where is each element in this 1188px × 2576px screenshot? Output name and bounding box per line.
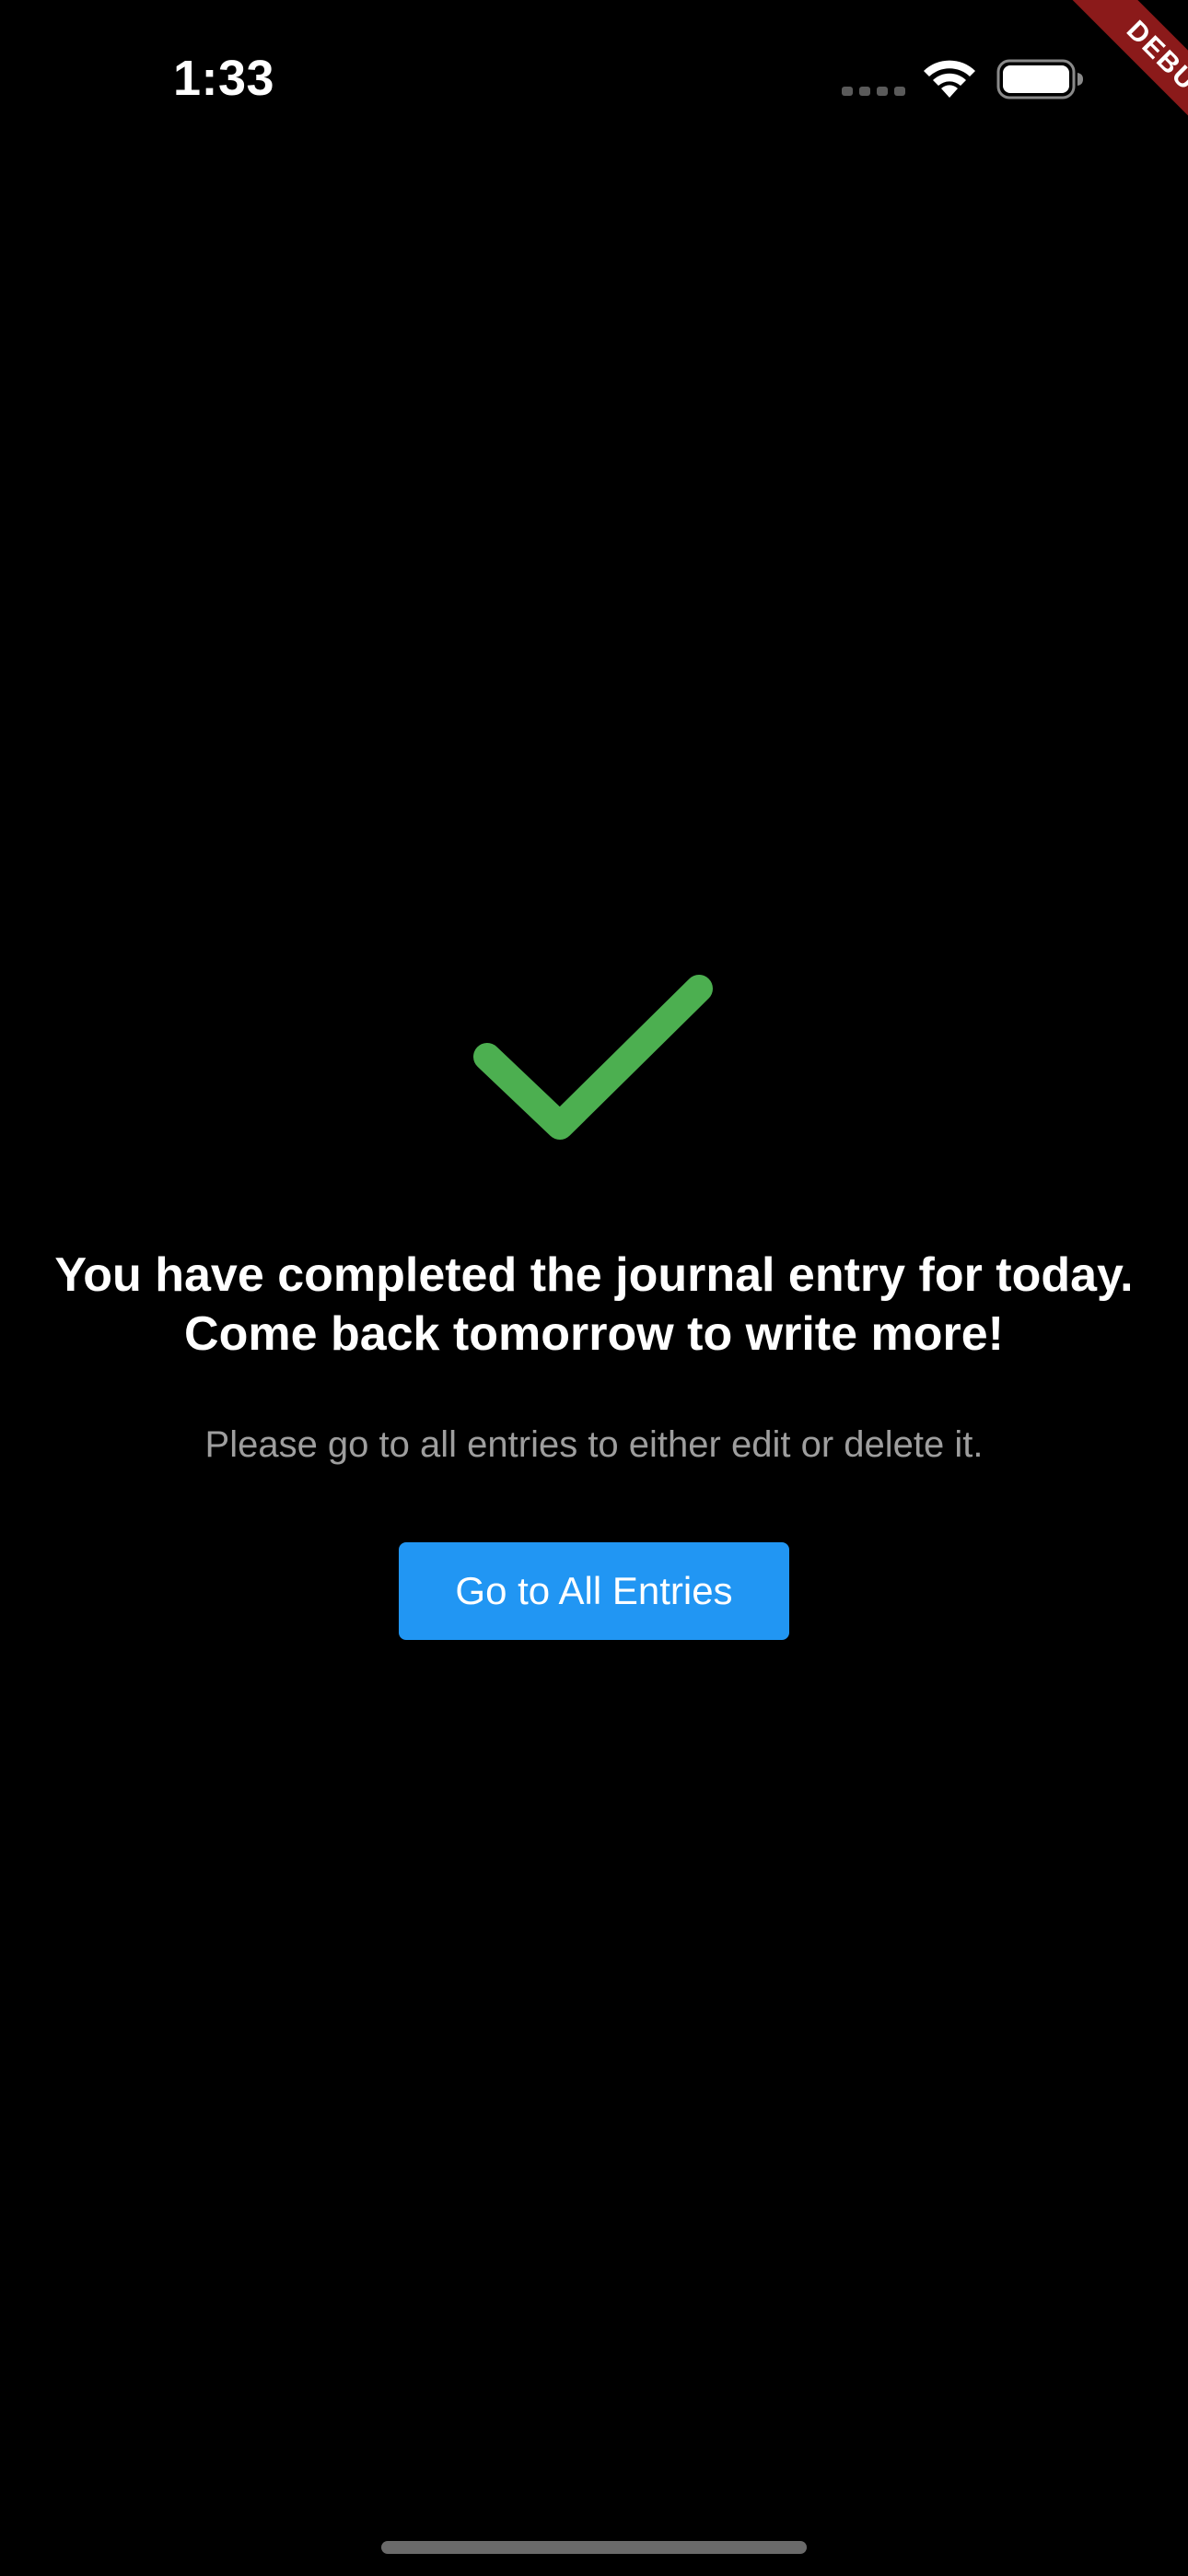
go-to-all-entries-button[interactable]: Go to All Entries xyxy=(399,1542,789,1640)
home-indicator[interactable] xyxy=(381,2541,807,2554)
debug-label: DEBUG xyxy=(1042,0,1188,184)
completion-subtext: Please go to all entries to either edit … xyxy=(204,1424,984,1465)
checkmark-icon xyxy=(473,975,713,1140)
debug-banner: DEBUG xyxy=(1004,0,1188,184)
status-time: 1:33 xyxy=(173,51,275,106)
completion-headline: You have completed the journal entry for… xyxy=(54,1248,1134,1361)
journal-complete-screen: 1:33 DEBUG You have completed the journa… xyxy=(0,0,1188,2576)
cellular-signal-icon xyxy=(842,87,905,96)
wifi-icon xyxy=(924,60,975,98)
